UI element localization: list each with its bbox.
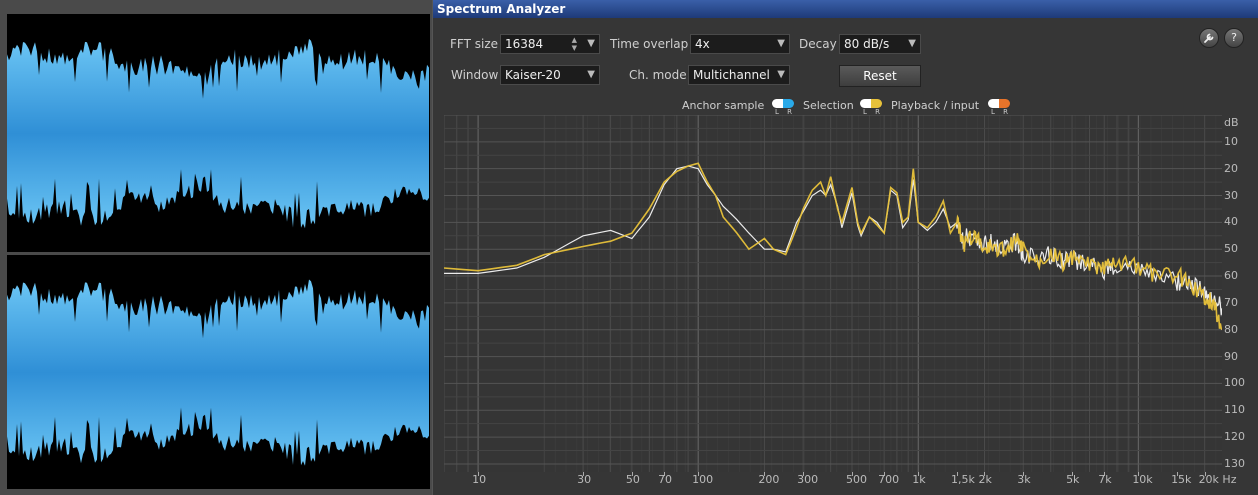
waveform-channel-right[interactable] [7, 255, 430, 489]
frequency-tick: 500 [845, 473, 867, 486]
frequency-tick-mark [1104, 472, 1106, 476]
chevron-down-icon[interactable]: ▼ [777, 38, 785, 50]
db-tick: 10 [1224, 134, 1238, 148]
frequency-tick-mark [918, 472, 920, 476]
frequency-tick-mark [1023, 472, 1025, 476]
help-icon[interactable]: ? [1224, 28, 1244, 48]
ch-mode-value: Multichannel [693, 68, 770, 82]
spectrum-plot-svg [444, 115, 1222, 472]
time-overlap-label: Time overlap [610, 37, 689, 51]
frequency-tick-mark [1177, 472, 1179, 476]
fft-size-spinner-icon[interactable]: ▲ ▼ [572, 36, 577, 52]
frequency-tick-mark [851, 472, 853, 476]
time-overlap-value: 4x [695, 37, 710, 51]
frequency-tick-mark [664, 472, 666, 476]
frequency-tick: 70 [658, 473, 673, 486]
frequency-tick-mark [884, 472, 886, 476]
frequency-tick-mark [583, 472, 585, 476]
chevron-down-icon[interactable]: ▼ [908, 38, 916, 50]
db-tick: 40 [1224, 215, 1238, 229]
ch-mode-select[interactable]: Multichannel ▼ [688, 65, 790, 85]
legend-selection-toggle[interactable] [860, 99, 882, 108]
fft-size-select[interactable]: 16384 ▲ ▼ ▼ [500, 34, 600, 54]
series-selection [444, 162, 1222, 331]
frequency-tick-mark [1138, 472, 1140, 476]
chevron-down-icon[interactable]: ▼ [587, 69, 595, 81]
spectrum-plot[interactable] [444, 115, 1222, 472]
time-overlap-select[interactable]: 4x ▼ [690, 34, 790, 54]
legend-playback-toggle[interactable] [988, 99, 1010, 108]
window-select[interactable]: Kaiser-20 ▼ [500, 65, 600, 85]
db-tick: 50 [1224, 242, 1238, 256]
frequency-tick-mark [956, 472, 958, 476]
db-tick: 60 [1224, 269, 1238, 283]
waveform-right-svg [7, 279, 429, 466]
frequency-tick: 15k [1171, 473, 1192, 486]
db-tick: 100 [1224, 376, 1245, 390]
frequency-tick-mark [1204, 472, 1206, 476]
decay-value: 80 dB/s [844, 37, 890, 51]
db-tick: 30 [1224, 188, 1238, 202]
fft-size-value: 16384 [505, 37, 544, 51]
reset-button[interactable]: Reset [839, 65, 921, 87]
legend-playback-label: Playback / input [891, 99, 980, 112]
frequency-tick-mark [631, 472, 633, 476]
ch-mode-label: Ch. mode [629, 68, 687, 82]
frequency-tick-mark [478, 472, 480, 476]
legend-anchor-label: Anchor sample [682, 99, 765, 112]
frequency-tick: 100 [692, 473, 714, 486]
frequency-tick: 300 [797, 473, 819, 486]
window-title[interactable]: Spectrum Analyzer [433, 0, 1258, 18]
fft-size-label: FFT size [450, 37, 499, 51]
frequency-tick: 700 [878, 473, 900, 486]
frequency-tick-mark [1072, 472, 1074, 476]
db-tick: 70 [1224, 295, 1238, 309]
waveform-pane[interactable] [0, 0, 432, 495]
frequency-tick-mark [984, 472, 986, 476]
frequency-tick: 50 [625, 473, 640, 486]
db-tick: 130 [1224, 456, 1245, 470]
db-tick: 20 [1224, 161, 1238, 175]
waveform-left-svg [7, 38, 429, 229]
frequency-tick: 30 [577, 473, 592, 486]
decay-select[interactable]: 80 dB/s ▼ [839, 34, 921, 54]
legend-selection-label: Selection [803, 99, 854, 112]
chevron-down-icon[interactable]: ▼ [587, 38, 595, 50]
chevron-down-icon[interactable]: ▼ [777, 69, 785, 81]
frequency-tick-mark [764, 472, 766, 476]
db-tick: 120 [1224, 430, 1245, 444]
db-tick: 80 [1224, 322, 1238, 336]
frequency-tick: 1,5k [950, 473, 975, 486]
frequency-tick: 200 [758, 473, 780, 486]
frequency-tick: 10k [1132, 473, 1153, 486]
db-tick: 90 [1224, 349, 1238, 363]
frequency-tick-mark [803, 472, 805, 476]
decay-label: Decay [799, 37, 837, 51]
frequency-tick-mark [698, 472, 700, 476]
db-tick: 110 [1224, 403, 1245, 417]
db-tick: dB [1224, 116, 1239, 129]
window-label: Window [451, 68, 499, 82]
legend-anchor-toggle[interactable] [772, 99, 794, 108]
frequency-tick: 10 [472, 473, 487, 486]
window-value: Kaiser-20 [505, 68, 561, 82]
waveform-channel-left[interactable] [7, 14, 430, 252]
wrench-icon-svg [1204, 33, 1214, 43]
wrench-icon[interactable] [1199, 28, 1219, 48]
